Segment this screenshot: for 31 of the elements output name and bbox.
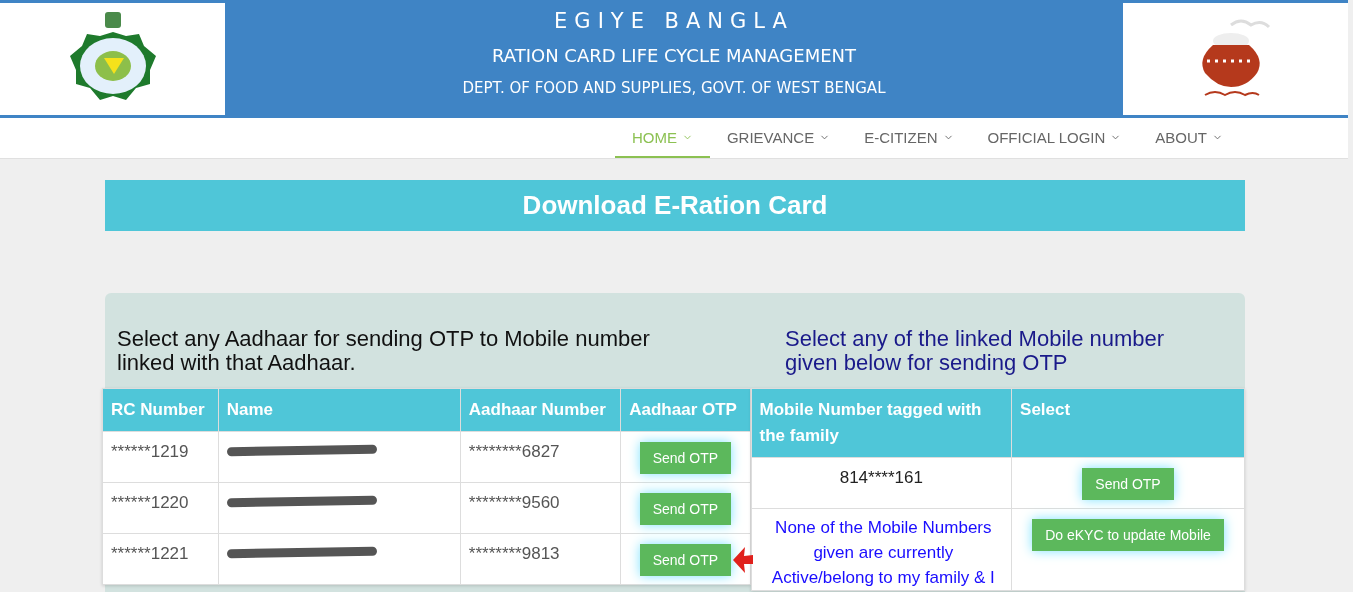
page-banner: Download E-Ration Card (105, 180, 1245, 231)
nav-item[interactable]: ABOUT (1138, 118, 1240, 158)
column-header: Aadhaar Number (460, 388, 621, 432)
column-header: Mobile Number tagged with the family (751, 388, 1012, 458)
send-otp-button[interactable]: Send OTP (1082, 468, 1174, 500)
ekyc-button[interactable]: Do eKYC to update Mobile (1032, 519, 1224, 551)
site-title: EGIYE BANGLA (554, 9, 794, 33)
table-cell: ********6827 (460, 431, 621, 483)
column-header: Name (218, 388, 461, 432)
mobile-number: 814****161 (839, 468, 923, 487)
table-cell: ******1219 (102, 431, 219, 483)
aadhaar-heading: Select any Aadhaar for sending OTP to Mobile number linked with that Aadhaar. (117, 327, 651, 377)
send-otp-button[interactable]: Send OTP (639, 544, 732, 576)
table-cell: ********9560 (460, 482, 621, 534)
send-otp-button[interactable]: Send OTP (639, 442, 732, 474)
mobile-heading: Select any of the linked Mobile number given below for sending OTP (785, 327, 1166, 377)
nav-item[interactable]: E-CITIZEN (847, 118, 971, 158)
department-name: DEPT. OF FOOD AND SUPPLIES, GOVT. OF WEST BENGAL (462, 79, 886, 97)
nav-item[interactable]: GRIEVANCE (709, 118, 848, 158)
table-cell: ******1220 (102, 482, 219, 534)
column-header: Select (1011, 388, 1245, 458)
table-cell: ******1221 (102, 533, 219, 585)
annotation-arrow (733, 547, 753, 573)
send-otp-button[interactable]: Send OTP (639, 493, 732, 525)
site-subtitle: RATION CARD LIFE CYCLE MANAGEMENT (491, 45, 857, 66)
column-header: Aadhaar OTP (620, 388, 751, 432)
table-cell: ********9813 (460, 533, 621, 585)
column-header: RC Number (102, 388, 219, 432)
nav-item[interactable]: OFFICIAL LOGIN (970, 118, 1139, 158)
notice-text: None of the Mobile Numbers given are currently Active/belong to my family & I (770, 517, 996, 589)
nav-item[interactable]: HOME (614, 118, 710, 158)
